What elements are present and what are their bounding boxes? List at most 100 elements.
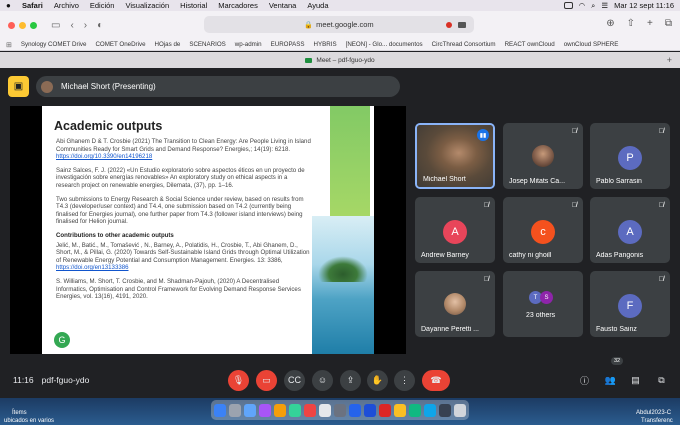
safari-icon[interactable] [243, 403, 257, 417]
excel-icon[interactable] [408, 403, 422, 417]
leave-call-button[interactable]: ☎ [422, 369, 450, 391]
preview-icon[interactable] [438, 403, 451, 417]
add-tab-icon[interactable]: + [667, 55, 672, 65]
participant-avatar: A [443, 220, 467, 244]
menu-edicion[interactable]: Edición [90, 1, 115, 10]
tab-title[interactable]: Meet – pdf-fguo-ydo [316, 57, 374, 64]
bookmark-item[interactable]: SCENARIOS [189, 41, 225, 48]
photos-icon[interactable] [273, 403, 287, 417]
reactions-button[interactable]: ☺ [312, 369, 333, 391]
meeting-details-button[interactable]: ⓘ [574, 370, 595, 391]
acrobat-icon[interactable] [378, 403, 392, 417]
bookmark-item[interactable]: wp-admin [235, 41, 262, 48]
participant-tile[interactable]: 🎙̸ A Adas Pangonis [590, 197, 670, 263]
activities-button[interactable]: ⧉ [651, 370, 672, 391]
bookmark-item[interactable]: ownCloud SPHERE [564, 41, 619, 48]
participant-name: Michael Short [423, 176, 466, 183]
close-window-button[interactable] [8, 21, 15, 29]
meet-favicon-icon [305, 57, 313, 63]
chat-button[interactable]: ▤ [625, 370, 646, 391]
raise-hand-button[interactable]: ✋ [367, 369, 388, 391]
bookmark-item[interactable]: CircThread Consortium [432, 41, 496, 48]
others-tile[interactable]: T S 23 others [503, 271, 583, 337]
bookmarks-grid-icon[interactable]: ⊞ [6, 41, 12, 49]
share-icon[interactable]: ⇧ [627, 18, 635, 29]
bookmark-item[interactable]: [NEON] - Glo... documentos [346, 41, 423, 48]
new-tab-icon[interactable]: + [647, 18, 653, 29]
presenter-pill[interactable]: Michael Short (Presenting) [36, 76, 400, 97]
slide-text: Jelić, M., Batić., M., Tomašević , N., B… [56, 241, 310, 264]
menu-visualizacion[interactable]: Visualización [125, 1, 169, 10]
slide-link[interactable]: https://doi.org/10.3390/en14196218 [56, 153, 152, 160]
slide-link[interactable]: https://doi.org/en13133386 [56, 264, 129, 271]
menu-ayuda[interactable]: Ayuda [307, 1, 328, 10]
sidebar-icon[interactable]: ▭ [51, 20, 60, 31]
back-icon[interactable]: ‹ [70, 20, 73, 31]
outlook-icon[interactable] [363, 403, 377, 417]
downloads-icon[interactable]: ⊕ [606, 18, 614, 29]
slide-island-image [312, 216, 374, 354]
desktop-file-label[interactable]: Abdul2023-C [636, 410, 671, 416]
privacy-shield-icon[interactable]: ◐ [97, 20, 103, 31]
mic-toggle-button[interactable]: 🎙 [228, 369, 249, 391]
system-settings-icon[interactable] [333, 403, 347, 417]
bookmark-item[interactable]: Synology COMET Drive [21, 41, 87, 48]
menu-app-name[interactable]: Safari [22, 1, 43, 10]
teams-icon[interactable] [423, 403, 437, 417]
trash-icon[interactable] [453, 403, 466, 417]
forward-icon[interactable]: › [84, 20, 87, 31]
wifi-icon[interactable]: ◠ [579, 1, 586, 10]
participant-tile[interactable]: 🎙̸ c cathy ni ghoill [503, 197, 583, 263]
calendar-icon[interactable] [303, 403, 317, 417]
others-avatars: T S [529, 291, 553, 304]
participant-tile[interactable]: 🎙̸ Dayanne Peretti ... [415, 271, 495, 337]
slide-palm-image [318, 256, 368, 282]
participant-tile[interactable]: 🎙̸ Josep Mitats Ca... [503, 123, 583, 189]
bookmark-item[interactable]: EUROPASS [271, 41, 305, 48]
people-button[interactable]: 👥 [600, 370, 621, 391]
participant-tile[interactable]: 🎙̸ A Andrew Barney [415, 197, 495, 263]
address-bar[interactable]: 🔒 meet.google.com [204, 16, 474, 33]
menu-historial[interactable]: Historial [180, 1, 207, 10]
bookmark-item[interactable]: REACT ownCloud [505, 41, 555, 48]
more-options-button[interactable]: ⋮ [394, 369, 415, 391]
captions-button[interactable]: CC [284, 369, 305, 391]
participant-tile[interactable]: 🎙̸ F Fausto Sainz [590, 271, 670, 337]
siri-icon[interactable] [258, 403, 272, 417]
participant-tile[interactable]: 🎙̸ P Pablo Sarrasin [590, 123, 670, 189]
participant-tile[interactable]: ▮▮ Michael Short [415, 123, 495, 189]
meet-control-bar: 11:16 pdf-fguo-ydo 🎙 ▭ CC ☺ ⇪ ✋ ⋮ ☎ ⓘ 👥 3… [0, 357, 680, 395]
present-screen-icon[interactable]: ▣ [8, 76, 29, 97]
present-button[interactable]: ⇪ [340, 369, 361, 391]
menu-marcadores[interactable]: Marcadores [218, 1, 258, 10]
menu-archivo[interactable]: Archivo [54, 1, 79, 10]
minimize-window-button[interactable] [19, 21, 26, 29]
zoom-window-button[interactable] [30, 21, 37, 29]
bookmark-item[interactable]: HOjas de [155, 41, 181, 48]
meeting-code[interactable]: pdf-fguo-ydo [42, 375, 90, 385]
mic-off-icon: 🎙̸ [571, 202, 577, 209]
launchpad-icon[interactable] [228, 403, 242, 417]
apple-icon[interactable]: ● [6, 1, 14, 10]
bookmark-item[interactable]: HYBRIS [314, 41, 337, 48]
presenter-avatar [41, 80, 53, 93]
notes-icon[interactable] [318, 403, 332, 417]
powerpoint-icon[interactable] [393, 403, 407, 417]
search-icon[interactable]: ⌕ [591, 1, 595, 11]
camera-toggle-button[interactable]: ▭ [256, 369, 277, 391]
participant-name: cathy ni ghoill [509, 252, 552, 259]
phone-hangup-icon: ☎ [430, 374, 442, 385]
menu-ventana[interactable]: Ventana [269, 1, 297, 10]
desktop-items-label[interactable]: Ítems [12, 410, 27, 416]
menubar-clock[interactable]: Mar 12 sept 11:16 [614, 1, 674, 10]
control-center-icon[interactable]: ☰ [601, 1, 608, 10]
bookmark-item[interactable]: COMET OneDrive [95, 41, 145, 48]
facetime-icon[interactable] [288, 403, 302, 417]
battery-icon[interactable] [563, 2, 573, 9]
word-icon[interactable] [348, 403, 362, 417]
shared-screen: Academic outputs Abi Ghanem D & T. Crosb… [10, 106, 406, 354]
others-count: 23 others [526, 312, 556, 319]
address-url[interactable]: meet.google.com [316, 20, 374, 29]
finder-icon[interactable] [214, 403, 227, 417]
tab-overview-icon[interactable]: ⧉ [665, 18, 672, 29]
